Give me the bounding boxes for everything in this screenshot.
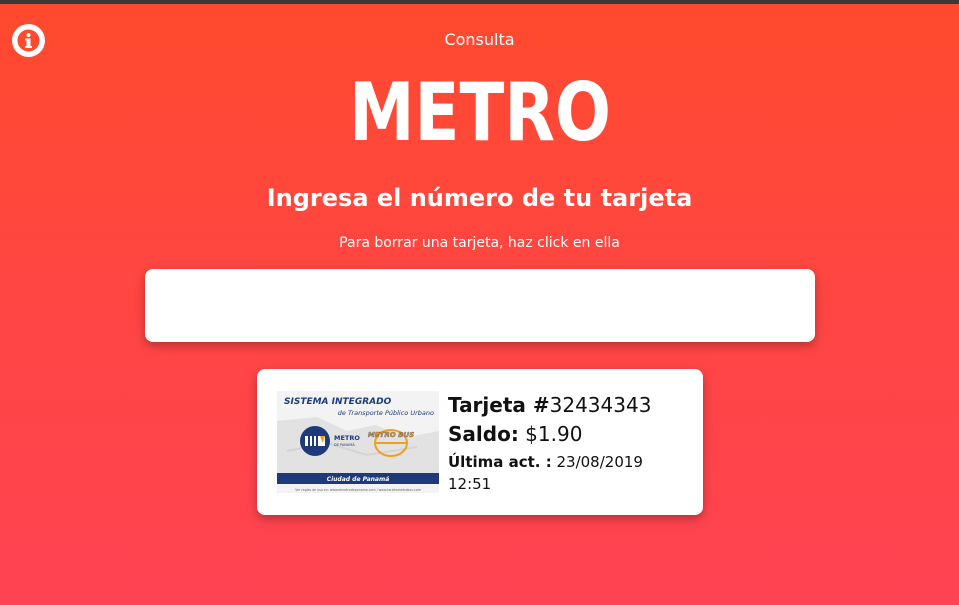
delete-hint: Para borrar una tarjeta, haz click en el… (339, 235, 620, 251)
card-updated-line: Última act. : 23/08/2019 12:51 (448, 451, 688, 495)
card-image: SISTEMA INTEGRADO de Transporte Público … (277, 391, 439, 493)
card-number-line: Tarjeta #32434343 (448, 391, 688, 420)
saved-card[interactable]: SISTEMA INTEGRADO de Transporte Público … (257, 369, 703, 515)
card-image-bus-logo: METRO BUS (368, 431, 414, 439)
card-number-value: 32434343 (549, 393, 652, 417)
metro-logo-text: METRO (349, 66, 611, 146)
metro-logo: METRO (349, 66, 611, 146)
card-number-label: Tarjeta # (448, 393, 550, 417)
card-number-input[interactable] (145, 269, 815, 342)
card-balance-line: Saldo: $1.90 (448, 420, 688, 449)
card-info: Tarjeta #32434343 Saldo: $1.90 Última ac… (448, 391, 688, 495)
card-image-metro-sub: DE PANAMÁ (334, 442, 355, 447)
page-subtitle: Consulta (444, 30, 515, 49)
card-image-footer: Ver reglas de uso en: www.elmetrodepanam… (295, 488, 421, 492)
page-title: Ingresa el número de tu tarjeta (266, 184, 693, 212)
card-image-title: SISTEMA INTEGRADO (284, 397, 392, 407)
window-top-border (0, 0, 959, 4)
card-updated-label: Última act. : (448, 453, 552, 471)
card-balance-label: Saldo: (448, 422, 519, 446)
card-balance-value: $1.90 (525, 422, 583, 446)
card-image-metro-logo: METRO (334, 434, 360, 442)
card-image-subtitle: de Transporte Público Urbano (338, 409, 434, 417)
card-image-city: Ciudad de Panamá (327, 476, 390, 483)
